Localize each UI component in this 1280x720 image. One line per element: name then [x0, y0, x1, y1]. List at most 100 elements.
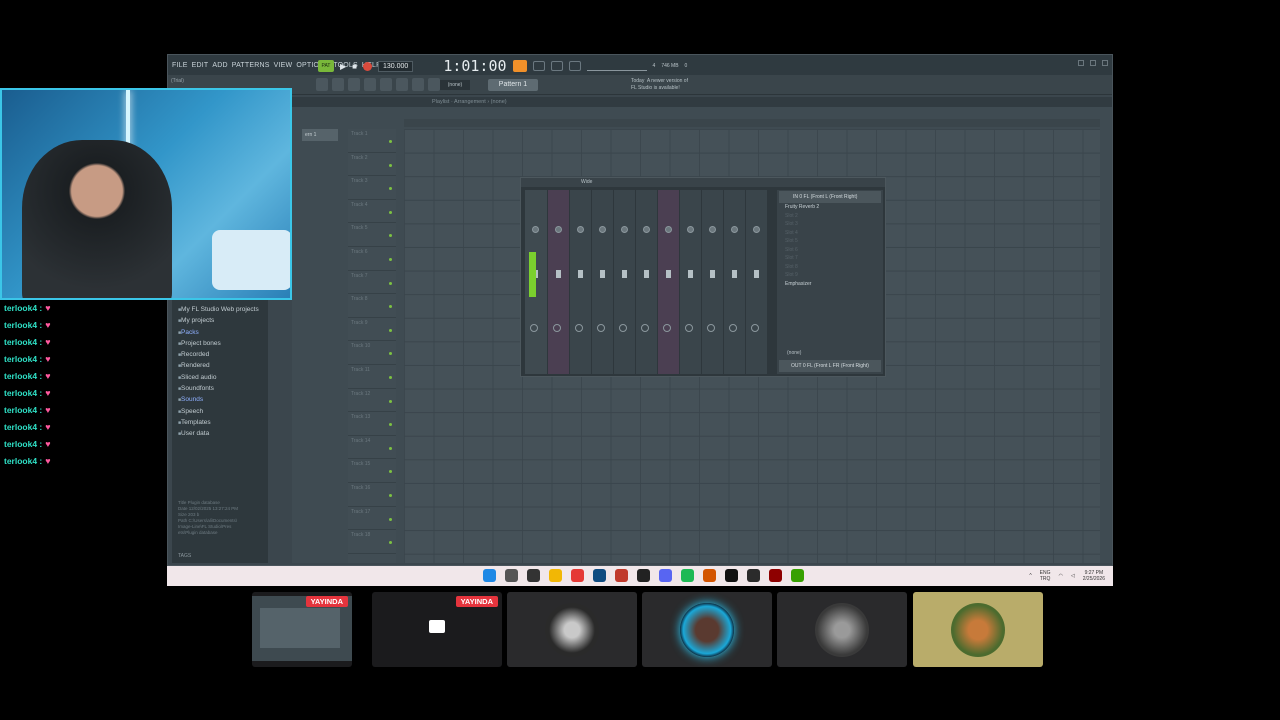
- volume-fader[interactable]: [710, 270, 715, 278]
- screen-share-tile-2[interactable]: YAYINDA: [372, 592, 502, 667]
- record-button[interactable]: [363, 61, 372, 71]
- step-edit-icon[interactable]: [568, 61, 581, 71]
- taskbar-app-icon[interactable]: [769, 569, 782, 582]
- mixer-strip[interactable]: [592, 190, 613, 374]
- chevron-up-icon[interactable]: ^: [1029, 573, 1031, 579]
- pan-knob[interactable]: [753, 226, 760, 233]
- language-indicator[interactable]: ENG TRQ: [1040, 570, 1051, 582]
- mixer-eq-preset[interactable]: (none): [787, 350, 801, 356]
- track-header[interactable]: Track 18: [348, 530, 396, 554]
- track-header[interactable]: Track 8: [348, 294, 396, 318]
- snap-select[interactable]: (none): [440, 80, 470, 90]
- volume-fader[interactable]: [622, 270, 627, 278]
- pan-knob[interactable]: [621, 226, 628, 233]
- play-button[interactable]: ▶: [340, 62, 346, 71]
- mixer-strip[interactable]: [658, 190, 679, 374]
- send-knob[interactable]: [641, 324, 649, 332]
- fx-slot[interactable]: Slot 7: [777, 255, 883, 264]
- send-knob[interactable]: [597, 324, 605, 332]
- volume-fader[interactable]: [754, 270, 759, 278]
- pattern-clip-source[interactable]: ern 1: [302, 129, 338, 141]
- track-header[interactable]: Track 16: [348, 483, 396, 507]
- pattern-song-toggle[interactable]: PAT: [318, 60, 334, 72]
- menu-edit[interactable]: EDIT: [191, 62, 210, 69]
- close-icon[interactable]: [1102, 60, 1108, 66]
- track-header[interactable]: Track 11: [348, 365, 396, 389]
- browser-item[interactable]: Speech: [178, 408, 259, 419]
- pan-knob[interactable]: [687, 226, 694, 233]
- microphone-icon[interactable]: [428, 78, 440, 91]
- volume-fader[interactable]: [644, 270, 649, 278]
- volume-icon[interactable]: ◁: [1071, 573, 1075, 579]
- pan-knob[interactable]: [532, 226, 539, 233]
- send-knob[interactable]: [619, 324, 627, 332]
- volume-fader[interactable]: [688, 270, 693, 278]
- browser-item[interactable]: Sliced audio: [178, 374, 259, 385]
- taskbar-app-icon[interactable]: [549, 569, 562, 582]
- mixer-strip[interactable]: [525, 190, 547, 374]
- browser-item[interactable]: My projects: [178, 317, 259, 328]
- news-panel[interactable]: Today A newer version of FL Studio is av…: [631, 78, 688, 92]
- stop-button[interactable]: ■: [352, 62, 357, 71]
- browser-tags[interactable]: TAGS: [178, 553, 191, 559]
- screen-share-tile-1[interactable]: YAYINDA: [252, 592, 352, 667]
- menu-file[interactable]: FILE: [171, 62, 189, 69]
- track-header[interactable]: Track 9: [348, 318, 396, 342]
- piano-roll-icon[interactable]: [332, 78, 344, 91]
- timeline-ruler[interactable]: [404, 119, 1100, 127]
- taskbar-app-icon[interactable]: [571, 569, 584, 582]
- track-header[interactable]: Track 2: [348, 153, 396, 177]
- fx-slot[interactable]: Slot 5: [777, 238, 883, 247]
- send-knob[interactable]: [729, 324, 737, 332]
- browser-item[interactable]: Sounds: [178, 396, 259, 407]
- fx-slot[interactable]: Slot 3: [777, 221, 883, 230]
- fx-slot[interactable]: Slot 2: [777, 213, 883, 222]
- pan-knob[interactable]: [599, 226, 606, 233]
- participant-tile-4[interactable]: [642, 592, 772, 667]
- mixer-strip[interactable]: [548, 190, 569, 374]
- taskbar-app-icon[interactable]: [725, 569, 738, 582]
- track-header[interactable]: Track 12: [348, 389, 396, 413]
- browser-item[interactable]: Packs: [178, 329, 259, 340]
- pan-knob[interactable]: [731, 226, 738, 233]
- send-knob[interactable]: [663, 324, 671, 332]
- maximize-icon[interactable]: [1090, 60, 1096, 66]
- minimize-icon[interactable]: [1078, 60, 1084, 66]
- taskbar-app-icon[interactable]: [681, 569, 694, 582]
- clock[interactable]: 9:27 PM 2/25/2026: [1083, 570, 1105, 582]
- participant-tile-5[interactable]: [777, 592, 907, 667]
- fx-slot[interactable]: Slot 8: [777, 264, 883, 273]
- mixer-icon[interactable]: [364, 78, 376, 91]
- menu-add[interactable]: ADD: [211, 62, 228, 69]
- metronome-icon[interactable]: [512, 60, 527, 72]
- mixer-strip[interactable]: [746, 190, 767, 374]
- browser-item[interactable]: My FL Studio Web projects: [178, 306, 259, 317]
- taskbar-app-icon[interactable]: [593, 569, 606, 582]
- track-header[interactable]: Track 6: [348, 247, 396, 271]
- pattern-selector[interactable]: Pattern 1: [488, 79, 538, 91]
- browser-item[interactable]: Templates: [178, 419, 259, 430]
- pan-knob[interactable]: [643, 226, 650, 233]
- browser-item[interactable]: Recorded: [178, 351, 259, 362]
- taskbar-app-icon[interactable]: [637, 569, 650, 582]
- mixer-strip[interactable]: [702, 190, 723, 374]
- mixer-input[interactable]: IN 0 FL (Front L (Front Right): [779, 191, 881, 203]
- volume-fader[interactable]: [556, 270, 561, 278]
- fx-slot-10[interactable]: Emphasizer: [777, 281, 883, 290]
- track-header[interactable]: Track 13: [348, 412, 396, 436]
- pan-knob[interactable]: [665, 226, 672, 233]
- track-header[interactable]: Track 10: [348, 341, 396, 365]
- playlist-icon[interactable]: [316, 78, 328, 91]
- track-header[interactable]: Track 5: [348, 223, 396, 247]
- volume-fader[interactable]: [578, 270, 583, 278]
- volume-fader[interactable]: [666, 270, 671, 278]
- tempo-display[interactable]: 130.000: [378, 60, 414, 72]
- fx-slot[interactable]: Slot 6: [777, 247, 883, 256]
- menu-patterns[interactable]: PATTERNS: [231, 62, 271, 69]
- track-header[interactable]: Track 15: [348, 459, 396, 483]
- taskbar-app-icon[interactable]: [659, 569, 672, 582]
- pan-knob[interactable]: [709, 226, 716, 233]
- track-header[interactable]: Track 14: [348, 436, 396, 460]
- browser-item[interactable]: Soundfonts: [178, 385, 259, 396]
- mixer-strip[interactable]: [724, 190, 745, 374]
